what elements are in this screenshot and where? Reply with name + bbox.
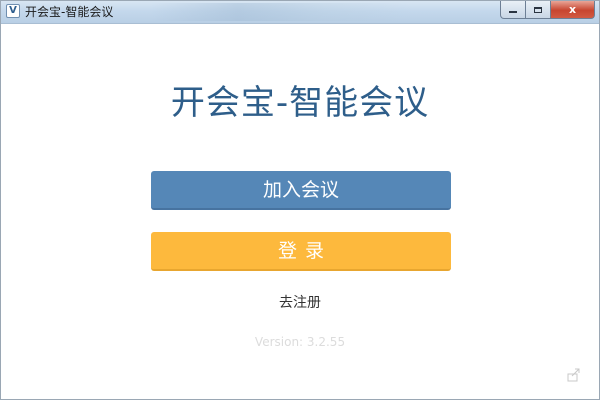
close-icon: x [568, 3, 577, 16]
minimize-button[interactable] [500, 1, 526, 19]
login-button[interactable]: 登录 [151, 232, 451, 271]
app-title: 开会宝-智能会议 [170, 83, 430, 123]
title-bar-background [151, 3, 411, 21]
maximize-icon [534, 6, 542, 13]
export-icon[interactable] [567, 367, 581, 382]
maximize-button[interactable] [526, 1, 551, 19]
app-window: V 开会宝-智能会议 x 开会宝-智能会议 加入会议 登录 去注册 Versio… [0, 0, 600, 400]
register-link[interactable]: 去注册 [1, 293, 599, 313]
join-meeting-button[interactable]: 加入会议 [151, 171, 451, 210]
close-button[interactable]: x [551, 1, 595, 19]
minimize-icon [509, 10, 517, 13]
app-logo-icon: V [6, 4, 20, 18]
window-controls: x [500, 1, 595, 19]
window-title: 开会宝-智能会议 [25, 5, 114, 19]
version-label: Version: 3.2.55 [254, 335, 346, 349]
export-icon-graphic [567, 368, 580, 382]
title-bar[interactable]: V 开会宝-智能会议 x [1, 1, 599, 24]
